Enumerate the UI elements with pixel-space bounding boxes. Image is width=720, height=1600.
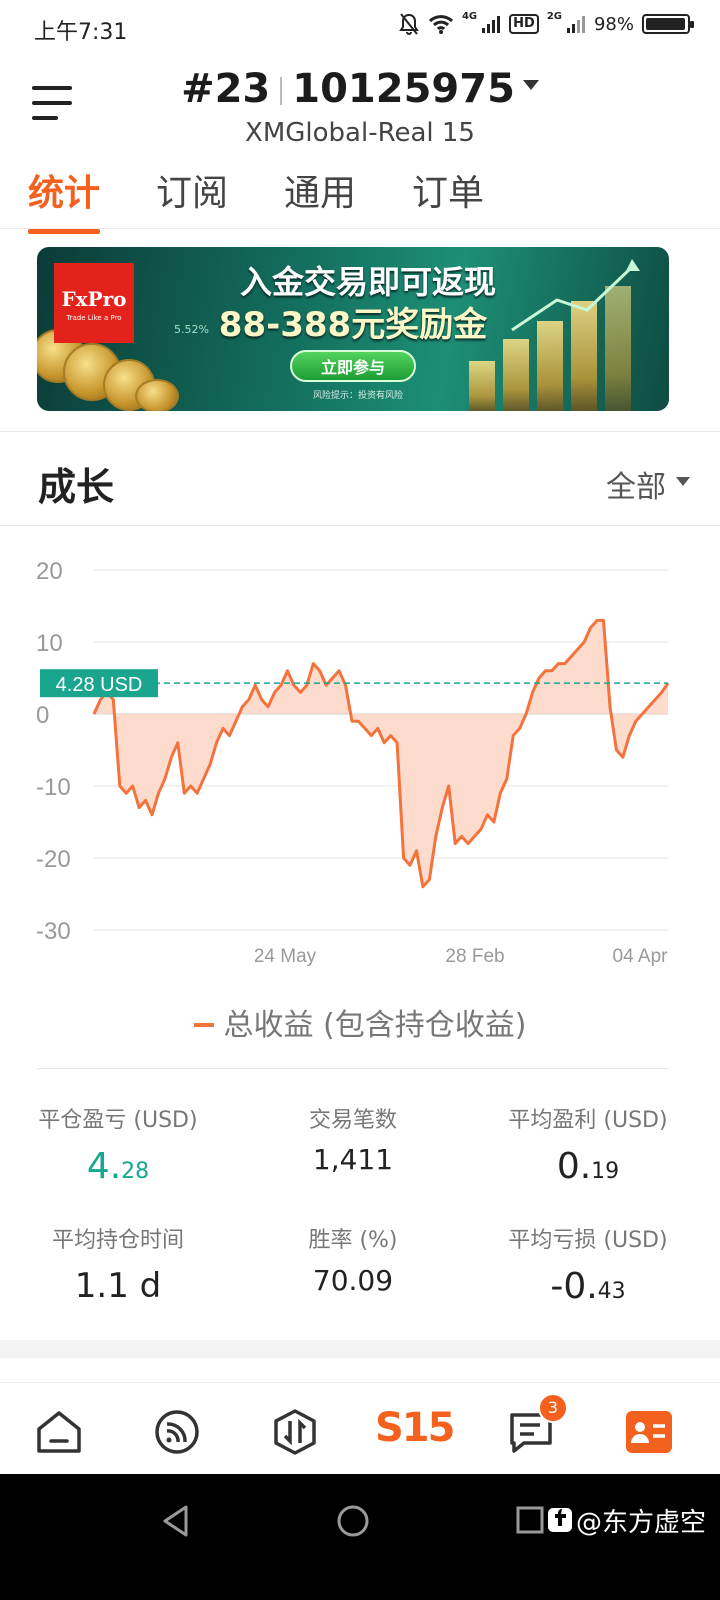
tab-stats[interactable]: 统计	[28, 164, 101, 234]
section-gap	[0, 1340, 720, 1358]
bottom-nav: S15 3	[0, 1382, 720, 1475]
net-4g-label: 4G	[461, 10, 478, 22]
stat-label-avg-loss: 平均亏损 (USD)	[508, 1228, 668, 1253]
back-icon[interactable]	[160, 1504, 192, 1538]
wifi-icon	[428, 15, 453, 34]
home-icon[interactable]	[34, 1407, 84, 1457]
status-icons: 4G HD 2G 98%	[398, 10, 694, 36]
stat-label-trade-count: 交易笔数	[308, 1108, 397, 1133]
section-divider	[0, 431, 720, 432]
legend-label: 总收益 (包含持仓收益)	[223, 1008, 527, 1043]
growth-chart[interactable]: 20 10 0 -10 -20 -30 4.28 USD 24 May 28 Feb 04 Apr	[0, 540, 720, 980]
banner-cta-button[interactable]: 立即参与	[290, 350, 416, 382]
stat-value-avg-loss: -0.43	[550, 1266, 626, 1307]
account-title[interactable]: #23 10125975	[0, 66, 720, 112]
stat-value-avg-profit: 0.19	[556, 1146, 620, 1187]
trade-icon[interactable]	[270, 1407, 320, 1457]
stat-value-win-rate: 70.09	[312, 1264, 394, 1297]
tab-orders[interactable]: 订单	[412, 164, 484, 234]
signal-2-icon	[566, 16, 585, 33]
watermark-logo-icon	[548, 1508, 572, 1532]
messages-tab[interactable]: 3	[506, 1393, 568, 1457]
tab-divider	[0, 228, 720, 229]
tab-bar: 统计 订阅 通用 订单	[28, 164, 484, 234]
account-index: #23	[181, 66, 271, 112]
stat-value-trade-count: 1,411	[312, 1143, 394, 1176]
chevron-down-icon	[676, 477, 690, 486]
x-tick-label: 04 Apr	[613, 946, 669, 967]
battery-icon	[642, 14, 694, 34]
recents-icon[interactable]	[516, 1506, 544, 1534]
home-circle-icon[interactable]	[336, 1504, 370, 1538]
y-tick-label: 10	[36, 630, 63, 657]
mute-icon	[399, 13, 419, 35]
chevron-down-icon	[522, 80, 539, 90]
signal-icon	[482, 16, 501, 33]
promo-banner[interactable]: FxPro Trade Like a Pro 5.52% 入金交易即可返现 88…	[37, 247, 669, 411]
battery-percent: 98%	[593, 13, 634, 35]
stat-label-avg-hold: 平均持仓时间	[51, 1228, 184, 1253]
tab-general[interactable]: 通用	[284, 164, 356, 234]
watermark-text: @东方虚空	[576, 1508, 707, 1538]
y-tick-label: -30	[36, 918, 71, 945]
hd-badge: HD	[509, 14, 539, 34]
stat-label-win-rate: 胜率 (%)	[308, 1228, 398, 1253]
server-name: XMGlobal-Real 15	[245, 118, 475, 148]
growth-title: 成长	[38, 465, 115, 509]
growth-filter-label: 全部	[606, 470, 666, 505]
section-divider	[37, 1068, 669, 1069]
growth-filter-dropdown[interactable]: 全部	[606, 462, 690, 506]
y-tick-label: -10	[36, 774, 71, 801]
messages-badge: 3	[538, 1393, 568, 1423]
s15-brand-tab[interactable]: S15	[375, 1405, 455, 1455]
legend-swatch	[193, 1022, 214, 1027]
stat-label-avg-profit: 平均盈利 (USD)	[508, 1108, 668, 1133]
x-tick-label: 24 May	[254, 946, 317, 967]
y-tick-label: -20	[36, 846, 71, 873]
stat-value-closed-pnl: 4.28	[86, 1146, 150, 1187]
chart-legend: 总收益 (包含持仓收益)	[0, 1000, 720, 1044]
stat-value-avg-hold: 1.1 d	[74, 1266, 162, 1306]
profile-card-icon[interactable]	[624, 1407, 674, 1457]
system-nav-bar: @东方虚空	[0, 1474, 720, 1600]
y-tick-label: 20	[36, 558, 63, 585]
stat-label-closed-pnl: 平仓盈亏 (USD)	[38, 1108, 198, 1133]
net-2g-label: 2G	[546, 10, 562, 22]
status-bar: 上午7:31 4G HD 2G 98%	[0, 0, 720, 58]
y-tick-label: 0	[36, 702, 49, 729]
x-tick-label: 28 Feb	[445, 946, 504, 967]
account-number: 10125975	[292, 66, 515, 112]
banner-risk-note: 风险提示：投资有风险	[312, 391, 403, 401]
status-time: 上午7:31	[34, 20, 128, 45]
tab-subscribe[interactable]: 订阅	[156, 164, 228, 234]
banner-subheadline: 88-388元奖励金	[218, 305, 488, 345]
section-divider	[0, 525, 720, 526]
current-value-label: 4.28 USD	[56, 674, 143, 696]
feed-icon[interactable]	[152, 1407, 202, 1457]
